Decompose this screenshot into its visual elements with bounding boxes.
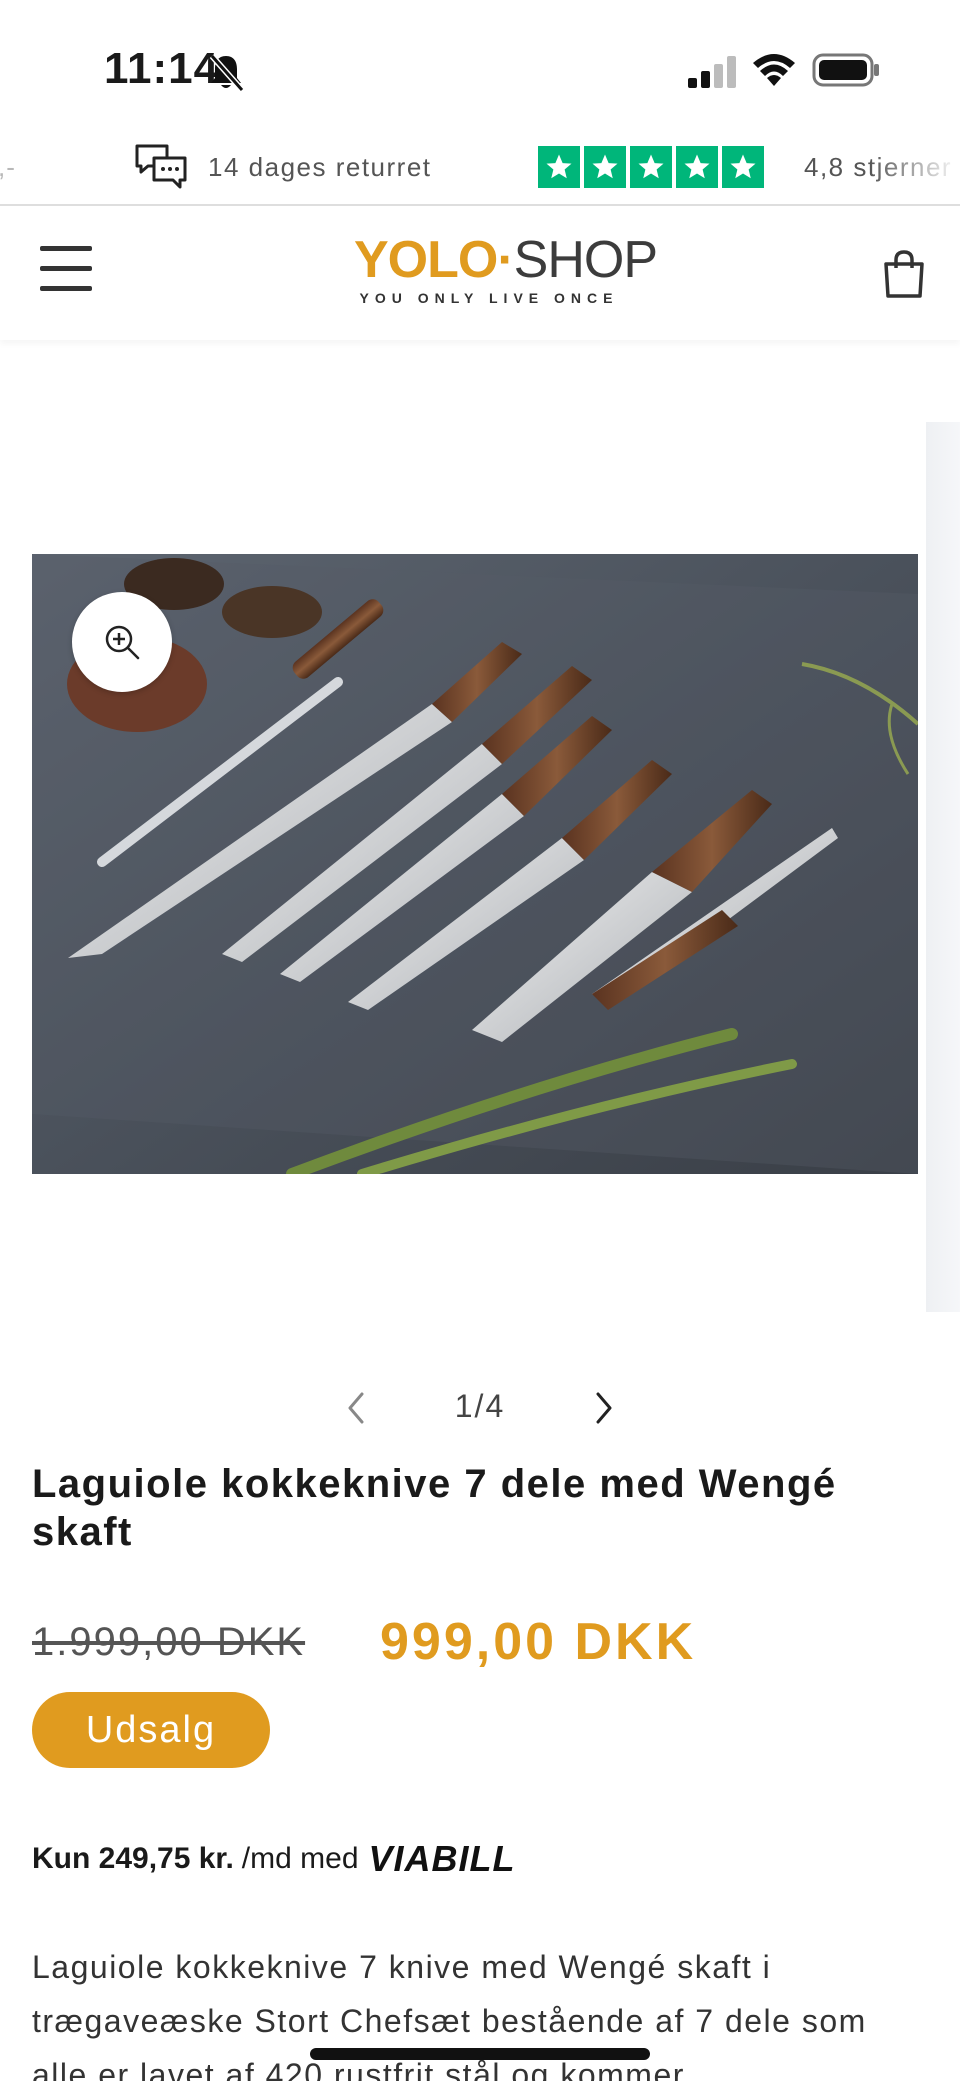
product-title: Laguiole kokkeknive 7 dele med Wengé ska… (32, 1462, 837, 1554)
announcement-cut-text: ,- (0, 152, 16, 182)
viabill-per: /md med (241, 1842, 359, 1875)
chevron-right-icon[interactable] (588, 1388, 620, 1428)
wifi-icon (753, 54, 795, 86)
pager-count: 1/4 (454, 1388, 506, 1424)
battery-icon (812, 53, 879, 87)
chevron-left-icon[interactable] (340, 1388, 372, 1428)
trustpilot-stars[interactable] (538, 146, 764, 188)
status-bar: 11:14 (0, 0, 960, 130)
site-logo[interactable]: YOLO·SHOP YOU ONLY LIVE ONCE (354, 231, 658, 316)
logo-wordmark: YOLO·SHOP (354, 231, 658, 289)
announcement-fade (870, 130, 960, 204)
viabill-logo: VIABILL (368, 1838, 516, 1879)
sale-badge: Udsalg (32, 1692, 270, 1768)
status-time: 11:14 (104, 44, 220, 93)
sale-price: 999,00 DKK (380, 1613, 697, 1671)
bell-slash-icon (209, 54, 244, 92)
announcement-bar: ,- 14 dages returret 4,8 stjerner (0, 130, 960, 206)
hamburger-menu-icon[interactable] (40, 246, 92, 296)
star-icon (538, 146, 580, 188)
chat-bubbles-icon (135, 144, 187, 189)
logo-shop: SHOP (513, 231, 658, 289)
original-price: 1.999,00 DKK (32, 1620, 306, 1664)
logo-yolo: YOLO (354, 231, 498, 289)
product-gallery[interactable] (0, 342, 960, 1342)
returns-text: 14 dages returret (208, 152, 432, 182)
gallery-pager: 1/4 (0, 1382, 960, 1432)
next-slide-peek[interactable] (926, 422, 960, 1312)
star-icon (676, 146, 718, 188)
star-icon (630, 146, 672, 188)
viabill-installment[interactable]: Kun 249,75 kr. /md med VIABILL (32, 1838, 516, 1880)
logo-tagline: YOU ONLY LIVE ONCE (359, 290, 619, 306)
site-header: YOLO·SHOP YOU ONLY LIVE ONCE (0, 208, 960, 340)
viabill-amount: Kun 249,75 kr. (32, 1842, 234, 1875)
star-icon (584, 146, 626, 188)
star-icon (722, 146, 764, 188)
zoom-in-icon (105, 625, 140, 660)
logo-dot: · (497, 231, 514, 289)
signal-icon (688, 56, 736, 88)
home-indicator[interactable] (310, 2048, 650, 2060)
zoom-button[interactable] (72, 592, 172, 692)
shopping-bag-icon[interactable] (880, 248, 928, 300)
